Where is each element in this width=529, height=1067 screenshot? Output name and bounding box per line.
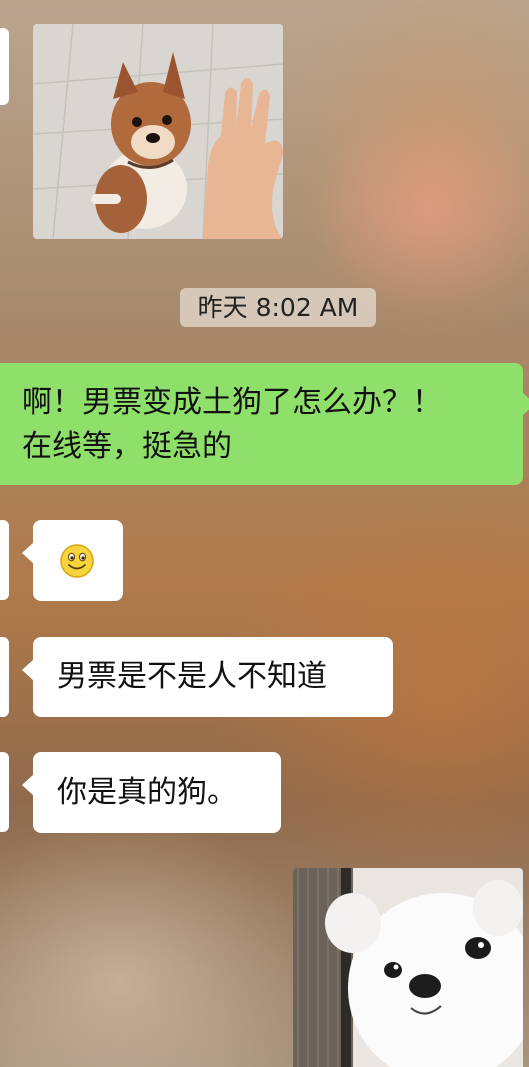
message-text: 男票是不是人不知道 — [57, 659, 327, 694]
message-text: 你是真的狗。 — [57, 775, 237, 810]
smiley-emoji-icon — [60, 544, 94, 578]
avatar-sliver — [0, 637, 9, 717]
message-text: 啊！男票变成土狗了怎么办？！ 在线等，挺急的 — [22, 385, 442, 464]
incoming-emoji-bubble[interactable] — [22, 520, 123, 601]
incoming-message-bubble[interactable]: 你是真的狗。 — [22, 752, 281, 833]
received-image-puppy[interactable] — [33, 24, 283, 239]
avatar-sliver — [0, 752, 9, 832]
timestamp-label: 昨天 8:02 AM — [180, 288, 376, 327]
avatar-sliver — [0, 28, 9, 105]
avatar-sliver — [0, 520, 9, 600]
incoming-message-bubble[interactable]: 男票是不是人不知道 — [22, 637, 393, 717]
sent-image-pomeranian[interactable] — [293, 868, 523, 1067]
outgoing-message-bubble[interactable]: 啊！男票变成土狗了怎么办？！ 在线等，挺急的 — [0, 363, 529, 485]
